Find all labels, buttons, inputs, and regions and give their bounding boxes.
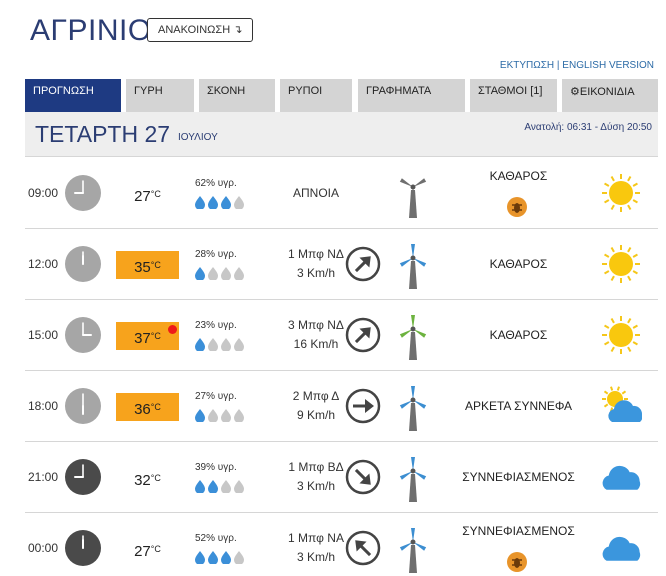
humidity-drops-icon	[195, 551, 244, 564]
condition-label: ΚΑΘΑΡΟΣ	[489, 169, 548, 183]
time-label: 00:00	[28, 541, 59, 555]
english-version-link[interactable]: ENGLISH VERSION	[562, 60, 654, 71]
wind-turbine-icon	[399, 244, 427, 289]
clock-icon	[65, 317, 101, 353]
humidity-label: 23% υγρ.	[195, 320, 237, 331]
sun-icon	[602, 316, 640, 354]
humidity-label: 52% υγρ.	[195, 533, 237, 544]
temperature: 36°C	[116, 393, 179, 421]
temperature-unit: °C	[150, 189, 161, 199]
temperature-value: 27	[134, 188, 151, 205]
tab-pollutants[interactable]: ΡΥΠΟΙ	[280, 79, 352, 112]
temperature-value: 36	[134, 401, 151, 418]
clock-icon	[65, 530, 101, 566]
dust-warning-icon	[507, 552, 527, 572]
condition-label: ΚΑΘΑΡΟΣ	[489, 328, 548, 342]
heat-alert-dot	[168, 325, 177, 334]
temperature-unit: °C	[150, 331, 161, 341]
sun-cloud-icon	[602, 386, 642, 422]
temperature-value: 37	[134, 330, 151, 347]
dust-warning-icon	[507, 197, 527, 217]
cloud-icon	[602, 465, 641, 490]
forecast-row: 18:00 36°C 27% υγρ. 2 Μπφ Δ9 Km/h ΑΡΚΕΤΑ ΣΥΝ…	[25, 371, 658, 442]
forecast-row: 15:00 37°C 23% υγρ. 3 Μπφ ΝΔ 16 Km/h ΚΑΘΑΡΟΣ	[25, 300, 658, 371]
temperature-value: 35	[134, 259, 151, 276]
wind-direction-icon	[345, 317, 381, 353]
humidity-drops-icon	[195, 409, 244, 422]
sun-icon	[602, 245, 640, 283]
humidity-label: 62% υγρ.	[195, 178, 237, 189]
humidity-drops-icon	[195, 196, 244, 209]
tab-charts[interactable]: ΓΡΑΦΗΜΑΤΑ	[358, 79, 465, 112]
temperature: 35°C	[116, 251, 179, 279]
condition-label: ΣΥΝΝΕΦΙΑΣΜΕΝΟΣ	[462, 470, 575, 484]
time-label: 15:00	[28, 328, 59, 342]
time-label: 12:00	[28, 257, 59, 271]
temperature: 32°C	[116, 464, 179, 492]
clock-icon	[65, 459, 101, 495]
tab-forecast[interactable]: ΠΡΟΓΝΩΣΗ	[25, 79, 121, 112]
time-label: 09:00	[28, 186, 59, 200]
clock-icon	[65, 388, 101, 424]
tab-stations[interactable]: ΣΤΑΘΜΟΙ [1]	[470, 79, 557, 112]
city-title: ΑΓΡΙΝΙΟ	[30, 14, 152, 47]
humidity-drops-icon	[195, 480, 244, 493]
sun-icon	[602, 174, 640, 212]
humidity-label: 28% υγρ.	[195, 249, 237, 260]
temperature: 27°C	[116, 535, 179, 563]
wind-direction-icon	[345, 246, 381, 282]
forecast-row: 21:00 32°C 39% υγρ. 1 Μπφ ΒΔ 3 Km/h ΣΥΝΝΕΦΙΑΣ…	[25, 442, 658, 513]
tab-dust[interactable]: ΣΚΟΝΗ	[199, 79, 275, 112]
temperature-unit: °C	[150, 473, 161, 483]
forecast-row: 12:00 35°C 28% υγρ. 1 Μπφ ΝΔ 3 Km/h ΚΑΘΑΡΟΣ	[25, 229, 658, 300]
wind-turbine-icon	[399, 528, 427, 573]
temperature-value: 32	[134, 472, 151, 489]
wind-turbine-icon	[399, 178, 427, 218]
date-header: ΤΕΤΑΡΤΗ 27 ΙΟΥΛΙΟΥ Ανατολή: 06:31 - Δύση…	[25, 112, 658, 157]
wind-turbine-icon	[399, 315, 427, 360]
wind-direction-icon	[345, 459, 381, 495]
temperature-unit: °C	[150, 260, 161, 270]
time-label: 21:00	[28, 470, 59, 484]
tab-icons[interactable]: ⚙ΕΙΚΟΝΙΔΙΑ	[562, 79, 658, 112]
temperature-unit: °C	[150, 544, 161, 554]
announcement-button[interactable]: ΑΝΑΚΟΙΝΩΣΗ ↴	[147, 18, 254, 42]
temperature: 37°C	[116, 322, 179, 350]
top-links: ΕΚΤΥΠΩΣΗ | ENGLISH VERSION	[500, 60, 654, 71]
condition-label: ΑΡΚΕΤΑ ΣΥΝΝΕΦΑ	[464, 399, 573, 413]
day-label: ΤΕΤΑΡΤΗ 27	[35, 121, 171, 147]
time-label: 18:00	[28, 399, 59, 413]
print-link[interactable]: ΕΚΤΥΠΩΣΗ	[500, 60, 554, 71]
temperature-unit: °C	[150, 402, 161, 412]
clock-icon	[65, 175, 101, 211]
wind-beaufort: ΑΠΝΟΙΑ	[292, 186, 339, 200]
forecast-row: 00:00 27°C 52% υγρ. 1 Μπφ ΝΑ 3 Km/h ΣΥΝΝΕΦΙΑΣ…	[25, 513, 658, 576]
temperature: 27°C	[116, 180, 179, 208]
month-label: ΙΟΥΛΙΟΥ	[178, 132, 218, 143]
humidity-label: 39% υγρ.	[195, 462, 237, 473]
temperature-value: 27	[134, 543, 151, 560]
nav-tabs: ΠΡΟΓΝΩΣΗ ΓΥΡΗ ΣΚΟΝΗ ΡΥΠΟΙ ΓΡΑΦΗΜΑΤΑ ΣΤΑΘ…	[25, 79, 661, 112]
forecast-row: 09:00 27°C 62% υγρ. ΑΠΝΟΙΑ ΚΑΘΑΡΟΣ	[25, 158, 658, 229]
wind-turbine-icon	[399, 457, 427, 502]
clock-icon	[65, 246, 101, 282]
condition-label: ΣΥΝΝΕΦΙΑΣΜΕΝΟΣ	[462, 524, 575, 538]
condition-label: ΚΑΘΑΡΟΣ	[489, 257, 548, 271]
wind-direction-icon	[345, 530, 381, 566]
sunrise-sunset: Ανατολή: 06:31 - Δύση 20:50	[524, 122, 652, 133]
tab-pollen[interactable]: ΓΥΡΗ	[126, 79, 194, 112]
humidity-drops-icon	[195, 338, 244, 351]
wind-turbine-icon	[399, 386, 427, 431]
humidity-label: 27% υγρ.	[195, 391, 237, 402]
cloud-icon	[602, 536, 641, 561]
wind-direction-icon	[345, 388, 381, 424]
humidity-drops-icon	[195, 267, 244, 280]
